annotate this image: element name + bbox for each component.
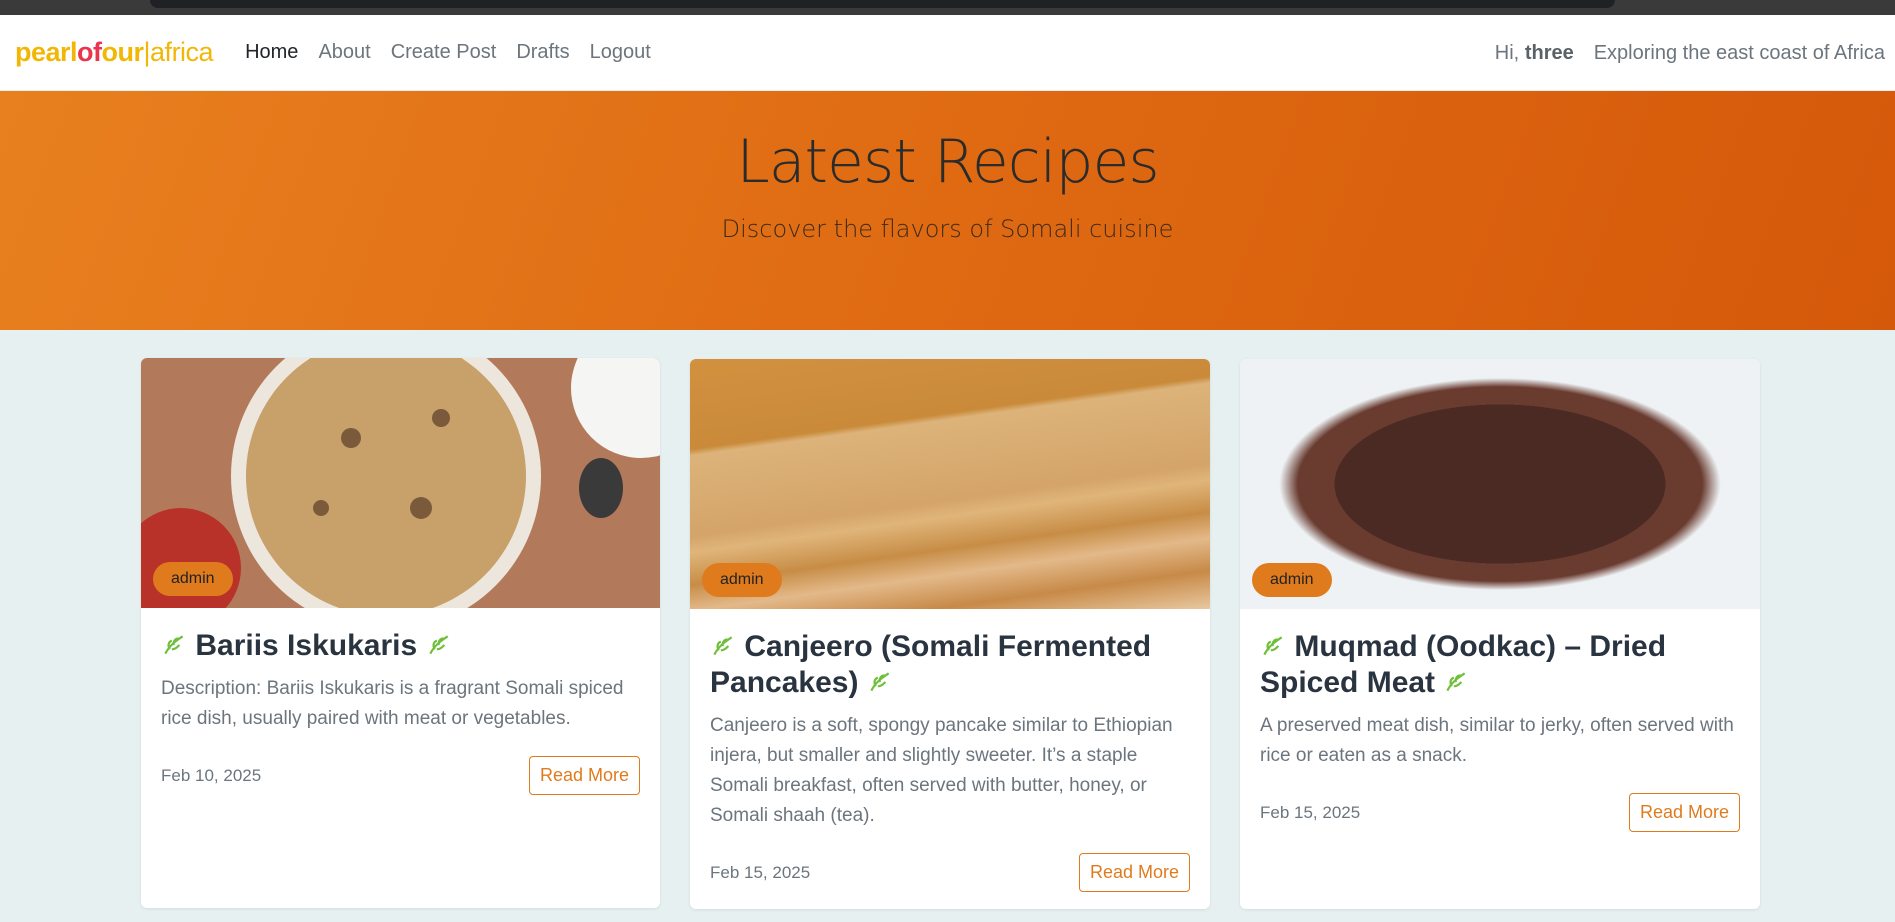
recipe-title[interactable]: Canjeero (Somali Fermented Pancakes) — [710, 629, 1190, 701]
recipe-card: admin Bariis Iskukaris Description: Bari… — [141, 358, 660, 908]
leaf-icon — [1446, 672, 1466, 692]
author-badge: admin — [702, 563, 782, 597]
nav-create-post-link[interactable]: Create Post — [391, 41, 497, 64]
leaf-icon — [1263, 636, 1283, 656]
brand-part-our: our — [101, 37, 145, 67]
username: three — [1524, 41, 1574, 64]
card-body: Canjeero (Somali Fermented Pancakes) Can… — [690, 609, 1210, 909]
post-date: Feb 10, 2025 — [161, 765, 262, 785]
brand-part-pearl: pearl — [15, 37, 78, 67]
recipe-image-bariis[interactable]: admin — [141, 358, 660, 608]
navbar: pearlofour|africa Home About Create Post… — [0, 15, 1895, 91]
recipe-description: Canjeero is a soft, spongy pancake simil… — [710, 715, 1173, 826]
card-body: Muqmad (Oodkac) – Dried Spiced Meat A pr… — [1240, 609, 1760, 852]
hero-subtitle: Discover the flavors of Somali cuisine — [721, 215, 1174, 243]
hero-banner: Latest Recipes Discover the flavors of S… — [0, 91, 1895, 330]
brand-part-africa: |africa — [143, 37, 214, 67]
brand-logo[interactable]: pearlofour|africa — [15, 37, 214, 68]
leaf-icon — [164, 635, 184, 655]
recipe-title-text: Canjeero (Somali Fermented Pancakes) — [710, 630, 1152, 699]
hero-title: Latest Recipes — [736, 127, 1159, 197]
recipe-card: admin Canjeero (Somali Fermented Pancake… — [690, 359, 1210, 909]
card-footer: Feb 15, 2025 Read More — [1260, 793, 1740, 832]
brand-part-of: of — [77, 37, 102, 67]
recipe-card: admin Muqmad (Oodkac) – Dried Spiced Mea… — [1240, 359, 1760, 909]
user-greeting: Hi, three — [1495, 42, 1574, 65]
leaf-icon — [428, 635, 448, 655]
recipe-image-canjeero[interactable]: admin — [690, 359, 1210, 609]
card-footer: Feb 10, 2025 Read More — [161, 756, 640, 795]
recipe-description: Description: Bariis Iskukaris is a fragr… — [161, 678, 624, 729]
leaf-icon — [870, 672, 890, 692]
nav-logout-link[interactable]: Logout — [590, 41, 651, 64]
leaf-icon — [713, 636, 733, 656]
nav-about-link[interactable]: About — [318, 41, 370, 64]
site-tagline: Exploring the east coast of Africa — [1593, 41, 1885, 64]
post-date: Feb 15, 2025 — [710, 862, 811, 882]
recipe-image-muqmad[interactable]: admin — [1240, 359, 1760, 609]
nav-links: Home About Create Post Drafts Logout — [245, 41, 651, 64]
browser-top-bar — [0, 0, 1895, 15]
recipe-title[interactable]: Muqmad (Oodkac) – Dried Spiced Meat — [1260, 629, 1740, 701]
greeting-prefix: Hi, — [1494, 41, 1520, 64]
read-more-button[interactable]: Read More — [1078, 853, 1190, 892]
author-badge: admin — [153, 562, 233, 596]
post-date: Feb 15, 2025 — [1260, 802, 1361, 822]
author-badge: admin — [1252, 563, 1332, 597]
nav-drafts-link[interactable]: Drafts — [516, 41, 569, 64]
recipe-description: A preserved meat dish, similar to jerky,… — [1260, 715, 1734, 766]
read-more-button[interactable]: Read More — [528, 756, 640, 795]
card-footer: Feb 15, 2025 Read More — [710, 853, 1190, 892]
nav-home-link[interactable]: Home — [245, 41, 298, 64]
read-more-button[interactable]: Read More — [1628, 793, 1740, 832]
browser-tab-strip — [150, 0, 1615, 8]
card-body: Bariis Iskukaris Description: Bariis Isk… — [141, 608, 660, 815]
recipe-title[interactable]: Bariis Iskukaris — [161, 628, 640, 664]
nav-right: Hi, three Exploring the east coast of Af… — [1495, 15, 1885, 91]
recipe-title-text: Bariis Iskukaris — [195, 629, 418, 662]
